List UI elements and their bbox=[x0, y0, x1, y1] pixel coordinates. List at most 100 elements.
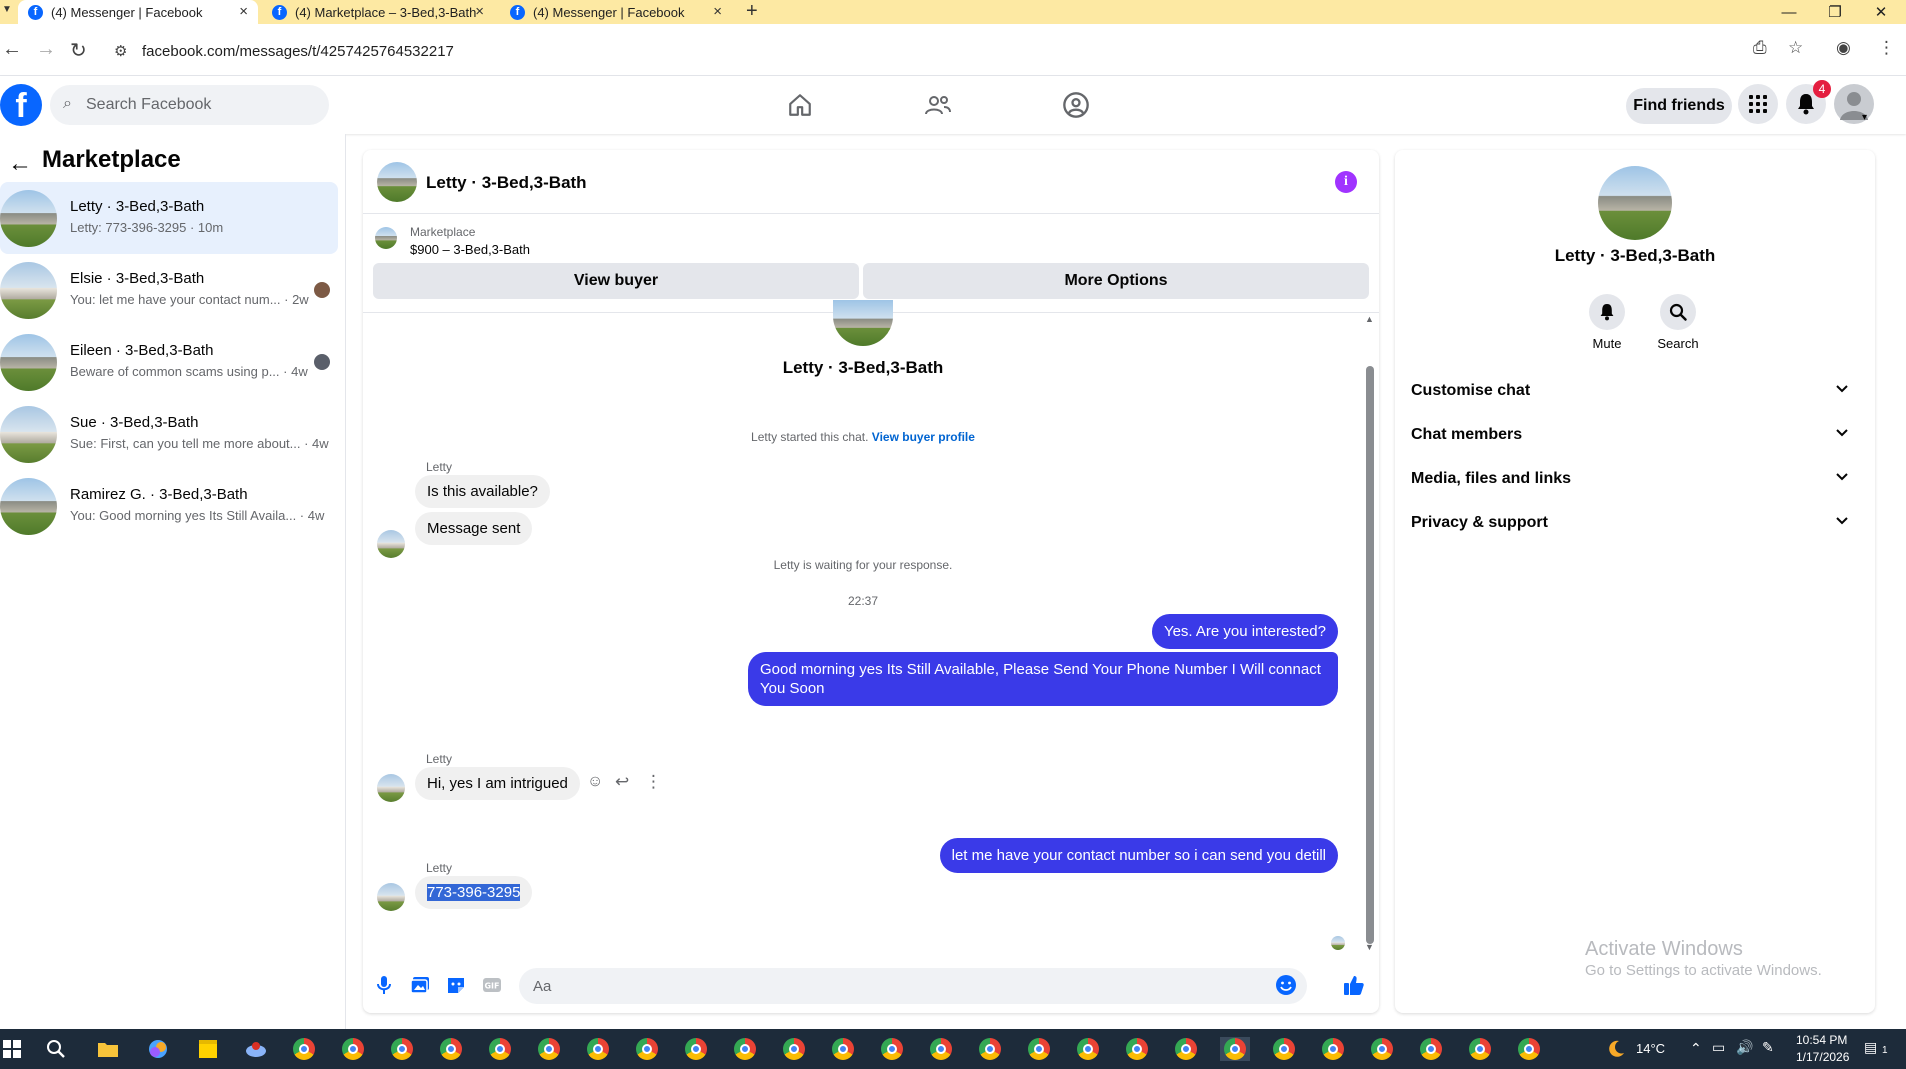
friends-icon[interactable] bbox=[921, 89, 955, 121]
chrome-icon[interactable] bbox=[929, 1037, 953, 1061]
scroll-down-icon[interactable]: ▼ bbox=[1365, 942, 1374, 952]
profile-icon[interactable]: ◉ bbox=[1836, 38, 1851, 58]
sender-avatar[interactable] bbox=[377, 883, 405, 911]
customise-chat-section[interactable]: Customise chat bbox=[1411, 373, 1859, 409]
conversation-item-ramirez[interactable]: Ramirez G. · 3-Bed,3-Bath You: Good morn… bbox=[0, 470, 338, 542]
selected-phone-number[interactable]: 773-396-3295 bbox=[427, 884, 521, 901]
chrome-icon[interactable] bbox=[586, 1037, 610, 1061]
find-friends-button[interactable]: Find friends bbox=[1626, 88, 1732, 124]
facebook-logo-icon[interactable]: f bbox=[0, 84, 42, 126]
chrome-icon[interactable] bbox=[1370, 1037, 1394, 1061]
search-input[interactable]: ⌕ Search Facebook bbox=[50, 85, 329, 125]
mute-button[interactable]: Mute bbox=[1572, 294, 1642, 351]
app-icon[interactable] bbox=[244, 1037, 268, 1061]
scroll-up-icon[interactable]: ▲ bbox=[1365, 314, 1374, 324]
install-app-icon[interactable]: ⎙ bbox=[1753, 38, 1767, 58]
clock-date[interactable]: 1/17/2026 bbox=[1796, 1050, 1849, 1064]
outgoing-message[interactable]: Yes. Are you interested? bbox=[1151, 614, 1338, 649]
view-buyer-button[interactable]: View buyer bbox=[373, 263, 859, 299]
incoming-message[interactable]: Message sent bbox=[415, 512, 533, 545]
volume-icon[interactable]: 🔊 bbox=[1736, 1039, 1753, 1056]
browser-tab-messenger[interactable]: f (4) Messenger | Facebook × bbox=[18, 0, 258, 24]
outgoing-message[interactable]: Good morning yes Its Still Available, Pl… bbox=[748, 652, 1338, 706]
sticky-notes-icon[interactable] bbox=[196, 1037, 220, 1061]
bookmark-star-icon[interactable]: ☆ bbox=[1788, 38, 1803, 58]
browser-menu-icon[interactable]: ⋮ bbox=[1878, 38, 1895, 58]
browser-tab-marketplace[interactable]: f (4) Marketplace – 3-Bed,3-Bath × bbox=[262, 0, 494, 24]
info-icon[interactable]: i bbox=[1335, 171, 1357, 193]
chrome-icon[interactable] bbox=[1321, 1037, 1345, 1061]
chrome-icon[interactable] bbox=[635, 1037, 659, 1061]
media-files-links-section[interactable]: Media, files and links bbox=[1411, 461, 1859, 497]
minimize-icon[interactable]: — bbox=[1766, 0, 1812, 24]
microphone-icon[interactable] bbox=[373, 974, 395, 996]
conversation-item-letty[interactable]: Letty · 3-Bed,3-Bath Letty: 773-396-3295… bbox=[0, 182, 338, 254]
close-tab-icon[interactable]: × bbox=[475, 3, 484, 20]
forward-icon[interactable]: → bbox=[36, 38, 56, 61]
more-options-button[interactable]: More Options bbox=[863, 263, 1369, 299]
conversation-item-elsie[interactable]: Elsie · 3-Bed,3-Bath You: let me have yo… bbox=[0, 254, 338, 326]
chat-title[interactable]: Letty · 3-Bed,3-Bath bbox=[426, 173, 587, 193]
incoming-message[interactable]: Is this available? bbox=[415, 475, 550, 508]
notification-center-icon[interactable]: ▤ bbox=[1864, 1039, 1877, 1056]
chrome-icon[interactable] bbox=[1517, 1037, 1541, 1061]
privacy-support-section[interactable]: Privacy & support bbox=[1411, 505, 1859, 541]
chrome-icon[interactable] bbox=[341, 1037, 365, 1061]
chrome-icon[interactable] bbox=[1027, 1037, 1051, 1061]
scrollbar-thumb[interactable] bbox=[1366, 366, 1374, 944]
chrome-icon[interactable] bbox=[1174, 1037, 1198, 1061]
back-arrow-icon[interactable]: ← bbox=[8, 150, 32, 178]
chrome-icon[interactable] bbox=[488, 1037, 512, 1061]
react-icon[interactable]: ☺ bbox=[587, 773, 603, 791]
profile-avatar-large[interactable] bbox=[1598, 166, 1672, 240]
chrome-icon[interactable] bbox=[978, 1037, 1002, 1061]
tab-search-chevron-icon[interactable]: ▼ bbox=[2, 4, 12, 15]
chrome-icon[interactable] bbox=[439, 1037, 463, 1061]
pen-icon[interactable]: ✎ bbox=[1762, 1039, 1774, 1056]
menu-grid-icon[interactable] bbox=[1738, 84, 1778, 124]
sender-avatar[interactable] bbox=[377, 774, 405, 802]
chrome-icon[interactable] bbox=[1076, 1037, 1100, 1061]
sticker-icon[interactable] bbox=[445, 974, 467, 996]
close-tab-icon[interactable]: × bbox=[713, 3, 722, 20]
incoming-message[interactable]: Hi, yes I am intrigued bbox=[415, 767, 580, 800]
site-info-icon[interactable]: ⚙ bbox=[114, 42, 127, 60]
chat-avatar[interactable] bbox=[377, 162, 417, 202]
chrome-icon[interactable] bbox=[831, 1037, 855, 1061]
gif-icon[interactable]: GIF bbox=[481, 974, 503, 996]
outgoing-message[interactable]: let me have your contact number so i can… bbox=[939, 838, 1338, 873]
emoji-icon[interactable] bbox=[1275, 974, 1297, 996]
show-hidden-icons-chevron-icon[interactable]: ⌃ bbox=[1690, 1040, 1702, 1057]
chrome-icon[interactable] bbox=[733, 1037, 757, 1061]
view-buyer-profile-link[interactable]: View buyer profile bbox=[872, 430, 975, 444]
conversation-item-eileen[interactable]: Eileen · 3-Bed,3-Bath Beware of common s… bbox=[0, 326, 338, 398]
copilot-icon[interactable] bbox=[146, 1037, 170, 1061]
chrome-icon[interactable] bbox=[390, 1037, 414, 1061]
listing-price-title[interactable]: $900 – 3-Bed,3-Bath bbox=[410, 242, 530, 257]
chrome-icon[interactable] bbox=[1272, 1037, 1296, 1061]
weather-temperature[interactable]: 14°C bbox=[1636, 1041, 1665, 1056]
restore-icon[interactable]: ❐ bbox=[1812, 0, 1858, 24]
chrome-icon[interactable] bbox=[292, 1037, 316, 1061]
windows-start-icon[interactable] bbox=[0, 1037, 24, 1061]
browser-tab-messenger-2[interactable]: f (4) Messenger | Facebook × bbox=[500, 0, 732, 24]
search-in-conversation-button[interactable]: Search bbox=[1643, 294, 1713, 351]
chrome-icon[interactable] bbox=[537, 1037, 561, 1061]
incoming-message-phone[interactable]: 773-396-3295 bbox=[415, 876, 533, 909]
reply-icon[interactable]: ↩ bbox=[615, 772, 629, 792]
message-input[interactable]: Aa bbox=[519, 968, 1307, 1004]
weather-moon-icon[interactable] bbox=[1604, 1037, 1628, 1061]
chat-members-section[interactable]: Chat members bbox=[1411, 417, 1859, 453]
photo-icon[interactable] bbox=[409, 974, 431, 996]
profile-avatar[interactable] bbox=[1834, 84, 1874, 124]
sender-avatar[interactable] bbox=[377, 530, 405, 558]
address-bar[interactable]: ⚙ facebook.com/messages/t/42574257645322… bbox=[106, 34, 1762, 68]
chrome-icon-active[interactable] bbox=[1220, 1037, 1250, 1061]
reload-icon[interactable]: ↻ bbox=[70, 38, 87, 63]
clock-time[interactable]: 10:54 PM bbox=[1796, 1033, 1847, 1047]
back-icon[interactable]: ← bbox=[2, 38, 22, 61]
close-window-icon[interactable]: ✕ bbox=[1858, 0, 1904, 24]
like-thumbs-up-icon[interactable] bbox=[1343, 974, 1365, 996]
chrome-icon[interactable] bbox=[880, 1037, 904, 1061]
conversation-item-sue[interactable]: Sue · 3-Bed,3-Bath Sue: First, can you t… bbox=[0, 398, 338, 470]
